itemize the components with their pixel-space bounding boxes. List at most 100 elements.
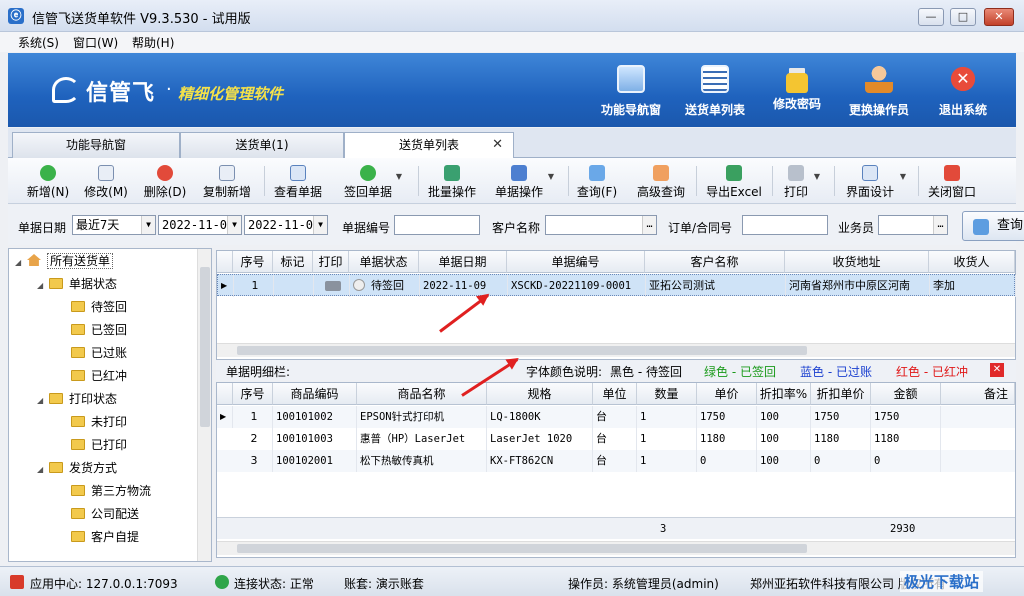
- close-window-tool-button[interactable]: 关闭窗口: [926, 162, 978, 202]
- nav-window-label: 功能导航窗: [600, 103, 661, 117]
- dropdown-icon: ▼: [899, 172, 906, 181]
- exit-system-button[interactable]: ✕ 退出系统: [923, 59, 1003, 125]
- col-header-dprice[interactable]: 折扣单价: [811, 383, 871, 405]
- cell-price: 1750: [697, 406, 757, 428]
- list-horizontal-scrollbar[interactable]: [217, 343, 1015, 357]
- detail-horizontal-scrollbar[interactable]: [217, 541, 1015, 555]
- date-to-picker[interactable]: 2022-11-09 ▼: [244, 215, 328, 235]
- tree-item-self-pickup[interactable]: 客户自提: [71, 527, 139, 547]
- col-header-receiver[interactable]: 收货人: [929, 251, 1015, 273]
- col-header-mark[interactable]: 标记: [273, 251, 313, 273]
- col-header-seq[interactable]: 序号: [233, 251, 273, 273]
- folder-icon: [71, 439, 85, 450]
- change-operator-label: 更换操作员: [848, 103, 909, 117]
- tree-item-company-delivery[interactable]: 公司配送: [71, 504, 139, 524]
- copy-add-button[interactable]: 复制新增: [200, 162, 254, 202]
- menu-window[interactable]: 窗口(W): [73, 34, 118, 51]
- col-header-rate[interactable]: 折扣率%: [757, 383, 811, 405]
- batch-icon: [444, 165, 460, 181]
- customer-input[interactable]: …: [545, 215, 657, 235]
- search-icon: [589, 165, 605, 181]
- slogan: 精细化管理软件: [178, 85, 284, 103]
- query-button[interactable]: 查询: [962, 211, 1024, 241]
- edit-button[interactable]: 修改(M): [84, 162, 128, 202]
- scroll-thumb[interactable]: [237, 346, 807, 355]
- export-excel-button[interactable]: 导出Excel: [704, 162, 764, 202]
- col-header-date[interactable]: 单据日期: [419, 251, 507, 273]
- col-header-spec[interactable]: 规格: [487, 383, 593, 405]
- tree-scrollbar[interactable]: [197, 249, 211, 561]
- view-document-button[interactable]: 查看单据: [272, 162, 324, 202]
- col-header-amount[interactable]: 金额: [871, 383, 941, 405]
- layout-design-button[interactable]: 界面设计 ▼: [842, 162, 906, 202]
- tree-group-doc-status[interactable]: ◢ 单据状态: [37, 274, 117, 294]
- tab-delivery-list[interactable]: 送货单列表 ✕: [344, 132, 514, 159]
- change-password-button[interactable]: 修改密码: [757, 59, 837, 125]
- table-row[interactable]: 2 100101003 惠普（HP）LaserJet LaserJet 1020…: [217, 428, 1015, 450]
- table-row[interactable]: ▶ 1 100101002 EPSON针式打印机 LQ-1800K 台 1 17…: [217, 406, 1015, 428]
- date-range-select[interactable]: 最近7天 ▼: [72, 215, 156, 235]
- col-header-customer[interactable]: 客户名称: [645, 251, 785, 273]
- add-button[interactable]: 新增(N): [26, 162, 70, 202]
- col-header-name[interactable]: 商品名称: [357, 383, 487, 405]
- close-window-button[interactable]: ✕: [984, 8, 1014, 26]
- col-header-doc-no[interactable]: 单据编号: [507, 251, 645, 273]
- cell-doc-no: XSCKD-20221109-0001: [508, 275, 646, 297]
- table-row[interactable]: ▶ 1 待签回 2022-11-09 XSCKD-20221109-0001 亚…: [217, 274, 1016, 297]
- col-header-code[interactable]: 商品编码: [273, 383, 357, 405]
- document-ops-button[interactable]: 单据操作 ▼: [492, 162, 554, 202]
- list-icon: [701, 65, 729, 93]
- sign-back-button[interactable]: 签回单据 ▼: [342, 162, 402, 202]
- close-detail-icon[interactable]: ✕: [990, 363, 1004, 377]
- tree-item-signed[interactable]: 已签回: [71, 320, 127, 340]
- tree-group-print-status[interactable]: ◢ 打印状态: [37, 389, 117, 409]
- export-excel-label: 导出Excel: [706, 185, 762, 199]
- col-header-unit[interactable]: 单位: [593, 383, 637, 405]
- order-no-input[interactable]: [742, 215, 828, 235]
- detail-bar: 单据明细栏: 字体颜色说明: 黑色 - 待签回 绿色 - 已签回 蓝色 - 已过…: [216, 360, 1016, 380]
- tab-nav-window[interactable]: 功能导航窗: [12, 132, 180, 158]
- tree-item-printed[interactable]: 已打印: [71, 435, 127, 455]
- cell-dprice: 0: [811, 450, 871, 472]
- tree-item-third-party[interactable]: 第三方物流: [71, 481, 151, 501]
- delivery-list-button[interactable]: 送货单列表: [675, 59, 755, 125]
- change-operator-button[interactable]: 更换操作员: [839, 59, 919, 125]
- col-header-seq[interactable]: 序号: [233, 383, 273, 405]
- query-toolbar-button[interactable]: 查询(F): [576, 162, 618, 202]
- tree-group-ship-method[interactable]: ◢ 发货方式: [37, 458, 117, 478]
- tree-scroll-thumb[interactable]: [200, 267, 210, 427]
- tree-item-unprinted[interactable]: 未打印: [71, 412, 127, 432]
- minimize-button[interactable]: —: [918, 8, 944, 26]
- col-header-note[interactable]: 备注: [941, 383, 1015, 405]
- tree-item-pending[interactable]: 待签回: [71, 297, 127, 317]
- table-row[interactable]: 3 100102001 松下热敏传真机 KX-FT862CN 台 1 0 100…: [217, 450, 1015, 472]
- batch-button[interactable]: 批量操作: [426, 162, 478, 202]
- layout-design-label: 界面设计: [845, 185, 894, 199]
- col-header-status[interactable]: 单据状态: [349, 251, 419, 273]
- advanced-query-button[interactable]: 高级查询: [634, 162, 688, 202]
- tree-item-reversed[interactable]: 已红冲: [71, 366, 127, 386]
- tree-item-label: 已打印: [91, 438, 128, 452]
- menu-system[interactable]: 系统(S): [18, 34, 59, 51]
- nav-window-button[interactable]: 功能导航窗: [591, 59, 671, 125]
- doc-no-input[interactable]: [394, 215, 480, 235]
- col-header-print[interactable]: 打印: [313, 251, 349, 273]
- tab-delivery-note[interactable]: 送货单(1): [180, 132, 344, 158]
- maximize-button[interactable]: □: [950, 8, 976, 26]
- tab-close-icon[interactable]: ✕: [492, 133, 503, 157]
- print-button[interactable]: 打印 ▼: [780, 162, 820, 202]
- menu-help[interactable]: 帮助(H): [132, 34, 174, 51]
- total-qty: 3: [660, 523, 667, 535]
- cell-seq: 1: [234, 275, 274, 297]
- date-from-picker[interactable]: 2022-11-02 ▼: [158, 215, 242, 235]
- tree-item-posted[interactable]: 已过账: [71, 343, 127, 363]
- search-icon: [973, 219, 989, 235]
- col-header-qty[interactable]: 数量: [637, 383, 697, 405]
- salesman-input[interactable]: …: [878, 215, 948, 235]
- connection-ok-icon: [215, 575, 229, 589]
- col-header-price[interactable]: 单价: [697, 383, 757, 405]
- scroll-thumb[interactable]: [237, 544, 807, 553]
- delete-button[interactable]: 删除(D): [142, 162, 188, 202]
- tree-root[interactable]: ◢ 所有送货单: [15, 251, 114, 271]
- col-header-address[interactable]: 收货地址: [785, 251, 929, 273]
